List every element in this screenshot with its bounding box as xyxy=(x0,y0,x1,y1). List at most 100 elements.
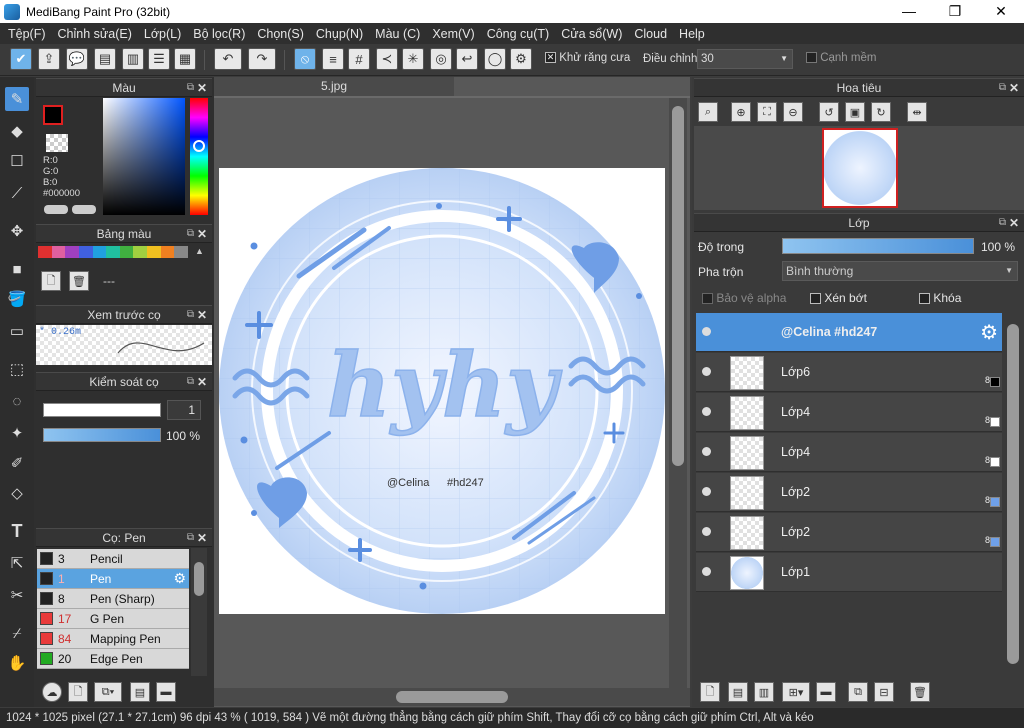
close-panel-icon[interactable]: ✕ xyxy=(197,373,207,391)
zoom-fit-icon[interactable]: ⌕ xyxy=(698,102,718,122)
menu-help[interactable]: Help xyxy=(675,27,713,41)
message-icon[interactable]: ▤ xyxy=(94,48,116,70)
maximize-button[interactable]: ❐ xyxy=(932,0,978,23)
close-panel-icon[interactable]: ✕ xyxy=(197,79,207,97)
eyedropper-tool-icon[interactable]: ⌿ xyxy=(5,621,29,645)
undo-icon[interactable]: ↶ xyxy=(214,48,242,70)
clipping-toggle[interactable]: Xén bớt xyxy=(810,291,867,305)
visibility-eye-icon[interactable] xyxy=(702,447,711,456)
ellipse-snap-icon[interactable]: ◯ xyxy=(484,48,506,70)
popout-icon[interactable]: ⧉ xyxy=(187,373,194,391)
menu-snap[interactable]: Chụp(N) xyxy=(312,27,371,41)
visibility-eye-icon[interactable] xyxy=(702,407,711,416)
minimize-button[interactable]: — xyxy=(886,0,932,23)
zoom-in-icon[interactable]: ⊕ xyxy=(731,102,751,122)
redo-icon[interactable]: ↷ xyxy=(248,48,276,70)
adjust-select[interactable]: 30 ▼ xyxy=(697,49,793,69)
actual-size-icon[interactable]: ▣ xyxy=(845,102,865,122)
color-mode-button-2[interactable] xyxy=(72,205,96,214)
brush-item[interactable]: 1 Pen ⚙ xyxy=(37,569,189,589)
upload-icon[interactable]: ⇪ xyxy=(38,48,60,70)
menu-edit[interactable]: Chỉnh sửa(E) xyxy=(54,27,140,41)
bucket-tool-icon[interactable]: 🪣 xyxy=(5,287,29,311)
brush-item[interactable]: 3 Pencil xyxy=(37,549,189,569)
navigator-preview-area[interactable] xyxy=(694,126,1024,210)
menu-cloud[interactable]: Cloud xyxy=(630,27,675,41)
vanishing-snap-icon[interactable]: ≺ xyxy=(376,48,398,70)
brush-folder-icon[interactable]: ▬ xyxy=(156,682,176,702)
close-panel-icon[interactable]: ✕ xyxy=(197,225,207,243)
cloud-check-icon[interactable]: ✔ xyxy=(10,48,32,70)
hand-tool-icon[interactable]: ✋ xyxy=(5,651,29,675)
gear-icon[interactable]: ⚙ xyxy=(980,320,998,345)
color-mode-button[interactable] xyxy=(44,205,68,214)
brush-item[interactable]: 84 Mapping Pen xyxy=(37,629,189,649)
gradient-tool-icon[interactable]: ▭ xyxy=(5,319,29,343)
line-tool-icon[interactable]: ⟋ xyxy=(5,181,29,205)
layer-folder-icon[interactable]: ▬ xyxy=(816,682,836,702)
close-panel-icon[interactable]: ✕ xyxy=(197,529,207,547)
popout-icon[interactable]: ⧉ xyxy=(187,225,194,243)
close-panel-icon[interactable]: ✕ xyxy=(1009,79,1019,97)
duplicate-layer-icon[interactable]: ⧉ xyxy=(848,682,868,702)
layer-row[interactable]: Lớp4 8 xyxy=(696,393,1002,432)
fill-rect-tool-icon[interactable]: ■ xyxy=(5,257,29,281)
snap-off-icon[interactable]: ⦸ xyxy=(294,48,316,70)
visibility-eye-icon[interactable] xyxy=(702,487,711,496)
layer-row[interactable]: @Celina #hd247 ⚙ xyxy=(696,313,1002,352)
comment-icon[interactable]: 💬 xyxy=(66,48,88,70)
brush-size-slider[interactable] xyxy=(43,403,161,417)
brush-opacity-slider[interactable] xyxy=(43,428,161,442)
select-eraser-tool-icon[interactable]: ◇ xyxy=(5,481,29,505)
hue-slider[interactable] xyxy=(190,98,208,215)
foreground-color-swatch[interactable] xyxy=(43,105,63,125)
rotate-right-icon[interactable]: ↻ xyxy=(871,102,891,122)
close-button[interactable]: ✕ xyxy=(978,0,1024,23)
brush-item[interactable]: 17 G Pen xyxy=(37,609,189,629)
palette-scroll-icon[interactable]: ▲ xyxy=(195,246,204,256)
curve-snap-icon[interactable]: ↩ xyxy=(456,48,478,70)
close-panel-icon[interactable]: ✕ xyxy=(197,306,207,324)
zoom-out-icon[interactable]: ⊖ xyxy=(783,102,803,122)
menu-color[interactable]: Màu (C) xyxy=(371,27,428,41)
menu-layer[interactable]: Lớp(L) xyxy=(140,27,189,41)
visibility-eye-icon[interactable] xyxy=(702,527,711,536)
add-brush-icon[interactable]: 🗋 xyxy=(68,682,88,702)
popout-icon[interactable]: ⧉ xyxy=(999,214,1006,232)
move-tool-icon[interactable]: ✥ xyxy=(5,219,29,243)
merge-layer-icon[interactable]: ⊟ xyxy=(874,682,894,702)
brush-list-scrollbar[interactable] xyxy=(191,548,207,676)
color-picker-square[interactable] xyxy=(103,98,185,215)
flip-horizontal-icon[interactable]: ⇹ xyxy=(907,102,927,122)
menu-select[interactable]: Chọn(S) xyxy=(253,27,312,41)
brush-menu-icon[interactable]: ⧉▾ xyxy=(94,682,122,702)
layer-row[interactable]: Lớp4 8 xyxy=(696,433,1002,472)
layer-row[interactable]: Lớp2 8 xyxy=(696,473,1002,512)
select-rect-tool-icon[interactable]: ⬚ xyxy=(5,357,29,381)
popout-icon[interactable]: ⧉ xyxy=(999,79,1006,97)
layer-row[interactable]: Lớp6 8 xyxy=(696,353,1002,392)
brush-item[interactable]: 8 Pen (Sharp) xyxy=(37,589,189,609)
new-layer-icon[interactable]: 🗋 xyxy=(700,682,720,702)
visibility-eye-icon[interactable] xyxy=(702,367,711,376)
protect-alpha-toggle[interactable]: Bảo vệ alpha xyxy=(702,291,786,305)
canvas-horizontal-scrollbar[interactable] xyxy=(214,688,690,706)
layer-opacity-slider[interactable] xyxy=(782,238,974,254)
delete-palette-icon[interactable]: 🗑 xyxy=(69,271,89,291)
lasso-tool-icon[interactable]: ◌ xyxy=(5,389,29,413)
select-pen-tool-icon[interactable]: ✐ xyxy=(5,451,29,475)
cross-snap-icon[interactable]: # xyxy=(348,48,370,70)
divide-tool-icon[interactable]: ✂ xyxy=(5,583,29,607)
antialias-toggle[interactable]: ✕ Khử răng cưa xyxy=(545,52,630,64)
menu-file[interactable]: Tệp(F) xyxy=(4,27,54,41)
soft-edge-checkbox[interactable] xyxy=(806,52,817,64)
brush-tool-icon[interactable]: ✎ xyxy=(5,87,29,111)
brush-settings-icon[interactable]: ▤ xyxy=(130,682,150,702)
fit-window-icon[interactable]: ⛶ xyxy=(757,102,777,122)
circle-snap-icon[interactable]: ◎ xyxy=(430,48,452,70)
visibility-eye-icon[interactable] xyxy=(702,567,711,576)
menu-window[interactable]: Cửa sổ(W) xyxy=(557,27,630,41)
layer-row[interactable]: Lớp1 xyxy=(696,553,1002,592)
transparent-swatch[interactable] xyxy=(46,134,68,152)
visibility-eye-icon[interactable] xyxy=(702,327,711,336)
